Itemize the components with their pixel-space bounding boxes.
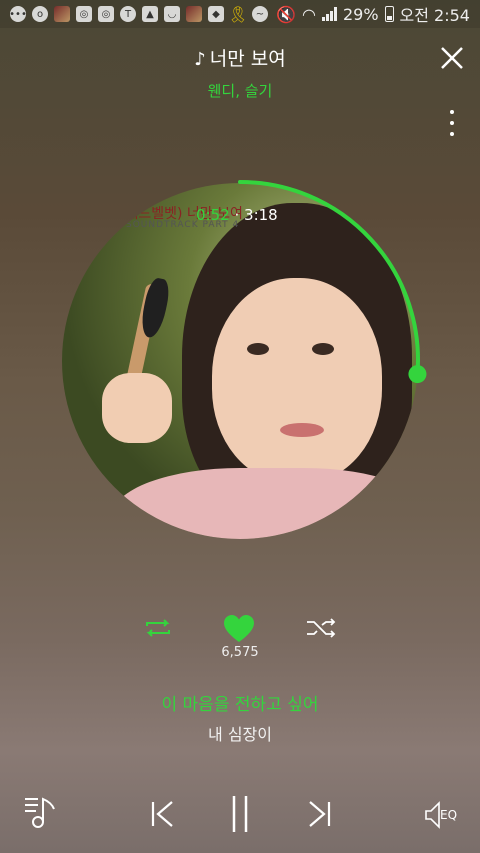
app-icon xyxy=(54,6,70,22)
system-status: 🔇 ◠ 29% 오전 2:54 xyxy=(276,2,470,26)
playlist-button[interactable] xyxy=(24,795,60,829)
repeat-icon xyxy=(146,619,170,637)
wifi-icon: ◠ xyxy=(302,4,316,24)
battery-icon xyxy=(384,6,394,22)
gallery-icon: ▲ xyxy=(142,6,158,22)
heart-icon xyxy=(224,615,254,642)
notification-icons: ••• o ◎ ◎ T ▲ ◡ ◆ 🎗 ~ xyxy=(9,4,268,24)
kakaotalk-icon: T xyxy=(120,6,136,22)
more-options-button[interactable] xyxy=(440,110,464,136)
repeat-button[interactable] xyxy=(142,616,174,640)
messenger-icon: ~ xyxy=(252,6,268,22)
clock: 오전 2:54 xyxy=(399,6,470,25)
instagram-icon: ◎ xyxy=(98,6,114,22)
progress-knob[interactable] xyxy=(408,365,427,384)
total-time: 3:18 xyxy=(244,206,278,224)
previous-button[interactable] xyxy=(150,800,176,828)
app-icon xyxy=(186,6,202,22)
eq-label: EQ xyxy=(440,808,458,822)
time-readout: 0:52 · 3:18 xyxy=(196,206,278,224)
shield-icon: ◆ xyxy=(208,6,224,22)
playlist-icon xyxy=(25,797,55,828)
shuffle-button[interactable] xyxy=(305,616,337,640)
lyric-next-line[interactable]: 내 심장이 xyxy=(0,721,480,745)
equalizer-button[interactable]: EQ xyxy=(424,800,460,830)
like-count: 6,575 xyxy=(221,645,259,660)
pause-icon xyxy=(232,796,248,832)
song-title: 너만 보여 xyxy=(209,48,286,70)
progress-ring[interactable] xyxy=(50,170,430,550)
pause-button[interactable] xyxy=(230,795,250,833)
ribbon-icon: 🎗 xyxy=(227,4,249,24)
bag-icon: ◡ xyxy=(164,6,180,22)
mute-icon: 🔇 xyxy=(276,4,296,24)
time-separator: · xyxy=(234,206,240,224)
next-icon xyxy=(309,801,331,827)
music-note-icon: ♪ xyxy=(194,49,206,70)
status-bar: ••• o ◎ ◎ T ▲ ◡ ◆ 🎗 ~ 🔇 ◠ 29% 오전 2:54 xyxy=(0,0,480,28)
signal-icon xyxy=(321,7,337,21)
chat-icon: ••• xyxy=(9,6,27,22)
like-button[interactable] xyxy=(222,614,256,644)
instagram-icon: ◎ xyxy=(76,6,92,22)
previous-icon xyxy=(151,801,173,827)
location-icon: o xyxy=(32,6,48,22)
next-button[interactable] xyxy=(306,800,332,828)
elapsed-time: 0:52 xyxy=(196,206,230,224)
close-icon xyxy=(441,47,463,69)
close-button[interactable] xyxy=(438,44,466,72)
lyric-current-line[interactable]: 이 마음을 전하고 싶어 xyxy=(0,690,480,715)
artist-name[interactable]: 웬디, 슬기 xyxy=(0,80,480,101)
battery-percent: 29% xyxy=(342,4,379,24)
shuffle-icon xyxy=(307,618,336,638)
song-title-row: ♪ 너만 보여 xyxy=(0,44,480,71)
